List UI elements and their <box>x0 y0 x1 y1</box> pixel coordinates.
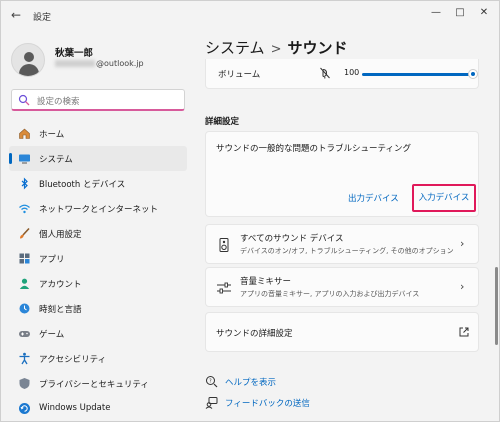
sidebar-item-gaming[interactable]: ゲーム <box>9 321 187 346</box>
sidebar-item-accessibility[interactable]: アクセシビリティ <box>9 346 187 371</box>
accessibility-icon <box>19 352 30 365</box>
sidebar-item-label: ホーム <box>39 130 65 140</box>
maximize-button[interactable]: □ <box>451 5 469 21</box>
volume-value: 100 <box>344 68 360 77</box>
volume-mixer-row[interactable]: 音量ミキサー アプリの音量ミキサー, アプリの入力および出力デバイス › <box>205 267 479 307</box>
sidebar-item-accounts[interactable]: アカウント <box>9 271 187 296</box>
sidebar-item-label: プライバシーとセキュリティ <box>39 380 149 390</box>
feedback-label: フィードバックの送信 <box>225 399 310 409</box>
redacted-email-part <box>55 60 95 67</box>
sidebar-item-system[interactable]: システム <box>9 146 187 171</box>
minimize-button[interactable]: — <box>427 5 445 21</box>
sidebar-item-label: Bluetooth とデバイス <box>39 180 126 190</box>
wifi-icon <box>19 204 30 214</box>
mixer-subtitle: アプリの音量ミキサー, アプリの入力および出力デバイス <box>240 290 420 298</box>
sidebar-item-label: Windows Update <box>39 403 111 413</box>
brush-icon <box>20 227 30 239</box>
volume-card: ボリューム 100 <box>205 59 479 89</box>
scrollbar[interactable] <box>495 267 498 345</box>
sidebar-item-home[interactable]: ホーム <box>9 121 187 146</box>
email-domain: @outlook.jp <box>96 59 144 68</box>
show-help-label: ヘルプを表示 <box>225 378 277 388</box>
speaker-device-icon <box>219 238 229 252</box>
feedback-icon <box>205 397 218 409</box>
search-input[interactable]: 設定の検索 <box>11 89 185 111</box>
avatar <box>11 43 45 77</box>
title-bar: ← 設定 — □ ✕ <box>1 1 499 29</box>
breadcrumb-parent[interactable]: システム <box>205 39 265 57</box>
advanced-sound-settings-row[interactable]: サウンドの詳細設定 <box>205 312 479 352</box>
mixer-icon <box>217 282 231 294</box>
sidebar-item-label: 時刻と言語 <box>39 305 82 315</box>
chevron-right-icon: › <box>460 280 465 293</box>
sidebar-item-label: ゲーム <box>39 330 65 340</box>
troubleshoot-title: サウンドの一般的な問題のトラブルシューティング <box>216 144 411 154</box>
user-email: @outlook.jp <box>55 59 144 68</box>
output-device-link[interactable]: 出力デバイス <box>348 192 399 204</box>
system-icon <box>19 154 30 164</box>
sidebar-item-windows-update[interactable]: Windows Update <box>9 396 187 421</box>
account-icon <box>19 278 30 289</box>
volume-label: ボリューム <box>218 70 261 80</box>
sidebar-item-label: アカウント <box>39 280 82 290</box>
sidebar-item-personalization[interactable]: 個人用設定 <box>9 221 187 246</box>
home-icon <box>19 128 30 139</box>
sidebar-nav: ホーム システム Bluetooth とデバイス ネットワークとインターネット … <box>9 121 187 421</box>
volume-slider[interactable] <box>362 73 472 76</box>
settings-window: ← 設定 — □ ✕ 秋葉一郎 @outlook.jp 設定の検索 ホーム シス… <box>0 0 500 422</box>
volume-slider-thumb[interactable] <box>468 69 478 79</box>
external-link-icon <box>459 327 469 337</box>
search-placeholder: 設定の検索 <box>37 97 80 107</box>
sidebar-item-label: システム <box>39 155 73 165</box>
gamepad-icon <box>19 331 30 337</box>
all-devices-title: すべてのサウンド デバイス <box>240 234 344 244</box>
back-button[interactable]: ← <box>9 8 23 22</box>
all-devices-subtitle: デバイスのオン/オフ, トラブルシューティング, その他のオプション <box>240 247 454 255</box>
troubleshoot-card: サウンドの一般的な問題のトラブルシューティング 出力デバイス 入力デバイス <box>205 131 479 217</box>
input-device-link[interactable]: 入力デバイス <box>412 184 476 212</box>
sidebar-item-apps[interactable]: アプリ <box>9 246 187 271</box>
sidebar-item-label: アクセシビリティ <box>39 355 107 365</box>
bluetooth-icon <box>21 177 28 190</box>
close-button[interactable]: ✕ <box>475 5 493 21</box>
app-title: 設定 <box>33 13 52 23</box>
help-icon: ? <box>206 376 218 388</box>
breadcrumb-separator: > <box>270 42 282 57</box>
shield-icon <box>19 378 30 389</box>
sidebar-item-label: 個人用設定 <box>39 230 82 240</box>
all-sound-devices-row[interactable]: すべてのサウンド デバイス デバイスのオン/オフ, トラブルシューティング, そ… <box>205 224 479 264</box>
svg-text:?: ? <box>209 379 212 385</box>
time-language-icon <box>19 303 30 314</box>
mixer-title: 音量ミキサー <box>240 277 292 287</box>
sidebar-item-time-language[interactable]: 時刻と言語 <box>9 296 187 321</box>
page-title: サウンド <box>287 39 348 57</box>
advanced-sound-title: サウンドの詳細設定 <box>216 329 293 339</box>
sidebar-item-network[interactable]: ネットワークとインターネット <box>9 196 187 221</box>
sidebar-item-label: アプリ <box>39 255 65 265</box>
apps-icon <box>19 253 30 264</box>
user-name: 秋葉一郎 <box>55 48 94 59</box>
search-icon <box>18 94 30 106</box>
advanced-section-title: 詳細設定 <box>205 117 240 127</box>
main-content: システム > サウンド ボリューム 100 詳細設定 サウンドの一般的な問題のトラブ… <box>197 29 487 421</box>
sidebar-item-bluetooth[interactable]: Bluetooth とデバイス <box>9 171 187 196</box>
sidebar-item-label: ネットワークとインターネット <box>39 205 159 215</box>
breadcrumb: システム > サウンド <box>205 37 347 58</box>
speaker-mute-icon[interactable] <box>318 66 332 80</box>
chevron-right-icon: › <box>460 237 465 250</box>
sidebar-item-privacy[interactable]: プライバシーとセキュリティ <box>9 371 187 396</box>
update-icon <box>19 403 30 414</box>
